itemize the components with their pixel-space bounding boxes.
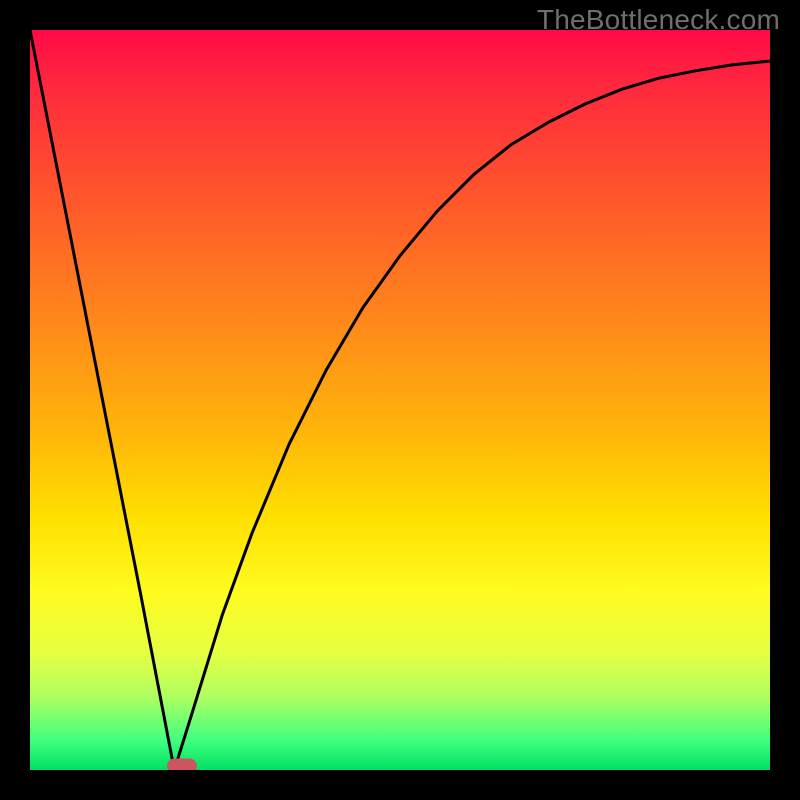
curve-svg: [30, 30, 770, 770]
curve-path: [30, 30, 770, 770]
plot-area: [30, 30, 770, 770]
chart-frame: TheBottleneck.com: [0, 0, 800, 800]
min-marker: [167, 759, 197, 770]
watermark-text: TheBottleneck.com: [537, 4, 780, 36]
